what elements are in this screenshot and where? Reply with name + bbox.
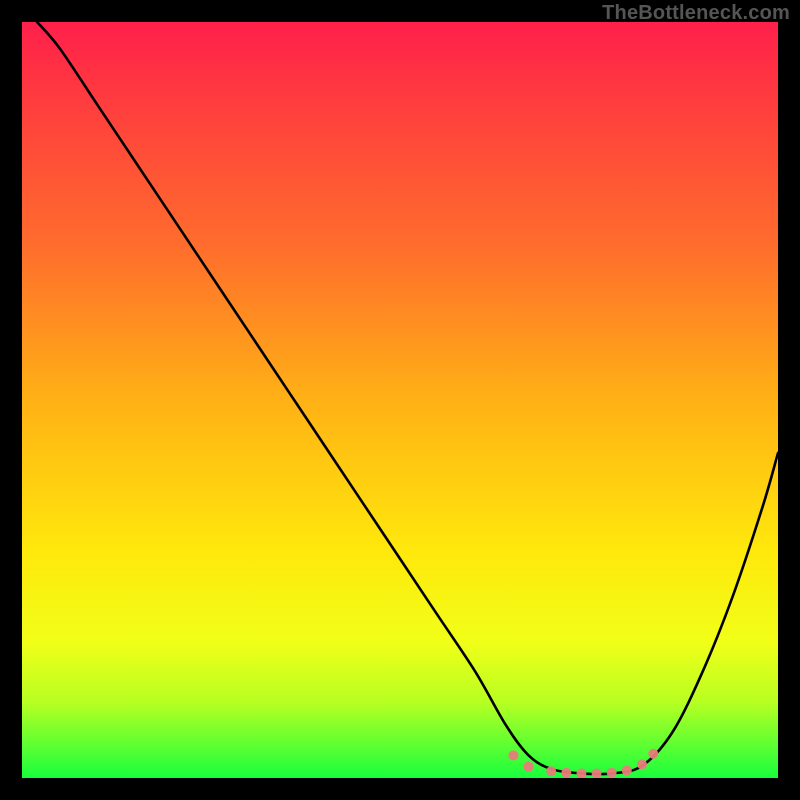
valley-marker — [592, 768, 602, 778]
plot-area — [22, 22, 778, 778]
valley-marker — [561, 768, 571, 778]
valley-marker — [524, 762, 534, 772]
chart-frame: TheBottleneck.com — [0, 0, 800, 800]
curve-svg — [22, 22, 778, 778]
bottleneck-curve — [37, 22, 778, 774]
valley-markers — [508, 749, 658, 778]
valley-marker — [622, 765, 632, 775]
valley-marker — [607, 768, 617, 778]
valley-marker — [576, 768, 586, 778]
valley-marker — [546, 766, 556, 776]
valley-marker — [648, 749, 658, 759]
valley-marker — [637, 759, 647, 769]
valley-marker — [508, 750, 518, 760]
